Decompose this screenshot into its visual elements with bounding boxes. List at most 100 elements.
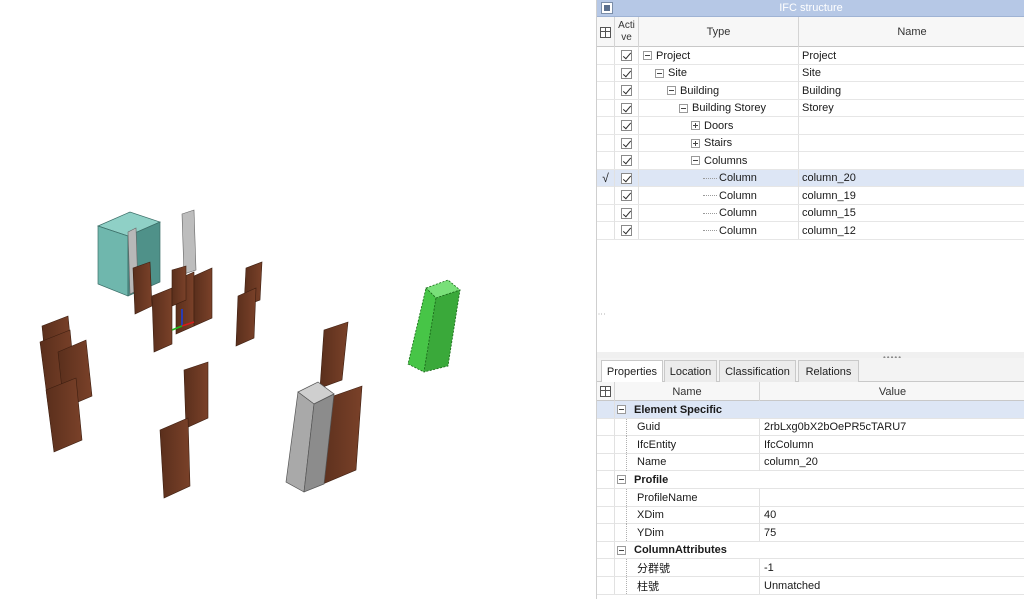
property-value[interactable]: column_20 (760, 454, 1024, 471)
3d-viewport[interactable] (0, 0, 596, 599)
collapse-icon[interactable] (643, 51, 652, 60)
tree-row[interactable]: √ Column column_20 (597, 169, 1024, 187)
tab-location[interactable]: Location (664, 360, 717, 382)
active-checkbox[interactable] (621, 155, 632, 166)
expand-icon[interactable] (691, 121, 700, 130)
tree-row[interactable]: Project Project (597, 47, 1024, 65)
property-value[interactable]: 2rbLxg0bX2bOePR5cTARU7 (760, 419, 1024, 436)
tree-connector (703, 195, 717, 196)
property-row[interactable]: YDim 75 (597, 524, 1024, 542)
tree-row[interactable]: Doors (597, 117, 1024, 135)
property-value[interactable]: -1 (760, 559, 1024, 576)
tree-row[interactable]: Column column_12 (597, 222, 1024, 240)
tree-row[interactable]: Site Site (597, 64, 1024, 82)
model-view[interactable] (0, 0, 596, 599)
active-cell (615, 64, 639, 82)
type-label: Column (719, 172, 757, 184)
row-selector[interactable] (597, 152, 615, 169)
name-cell: column_20 (802, 172, 856, 184)
property-category[interactable]: ColumnAttributes (597, 541, 1024, 560)
property-row[interactable]: IfcEntity IfcColumn (597, 436, 1024, 454)
collapse-icon[interactable] (667, 86, 676, 95)
column-chooser-icon[interactable] (597, 17, 615, 47)
tree-row[interactable]: Building Storey Storey (597, 99, 1024, 117)
collapse-icon[interactable] (655, 68, 664, 78)
property-name: YDim (637, 526, 664, 539)
property-row[interactable]: XDim 40 (597, 506, 1024, 525)
name-cell: Site (802, 67, 821, 79)
row-selector[interactable] (597, 222, 615, 239)
property-row[interactable]: 分群號 -1 (597, 559, 1024, 577)
collapse-icon[interactable] (617, 545, 626, 555)
property-name: Name (637, 456, 667, 469)
tree-row[interactable]: Building Building (597, 82, 1024, 100)
row-selector[interactable] (597, 187, 615, 204)
property-name: 柱號 (637, 580, 659, 593)
name-cell: column_19 (802, 189, 856, 202)
property-header-value[interactable]: Value (760, 382, 1024, 401)
type-label: Site (668, 67, 687, 79)
right-panel: IFC structure Acti ve Type Name Project P… (596, 0, 1024, 599)
category-gutter (597, 541, 615, 559)
property-row[interactable]: ProfileName (597, 489, 1024, 507)
property-name: IfcEntity (637, 438, 677, 451)
property-value[interactable]: 40 (760, 507, 1024, 524)
property-row[interactable]: Guid 2rbLxg0bX2bOePR5cTARU7 (597, 418, 1024, 437)
active-checkbox[interactable] (621, 67, 632, 79)
property-value[interactable]: 75 (760, 524, 1024, 541)
collapse-icon[interactable] (679, 103, 688, 113)
property-header-name[interactable]: Name (615, 382, 760, 401)
selected-column[interactable] (407, 279, 461, 373)
tree-header: Acti ve Type Name (597, 17, 1024, 47)
type-cell: Building Storey (639, 99, 799, 117)
tree-row[interactable]: Columns (597, 152, 1024, 170)
column-header-name[interactable]: Name (799, 17, 1024, 47)
property-row[interactable]: 柱號 Unmatched (597, 577, 1024, 595)
expand-icon[interactable] (691, 138, 700, 148)
row-selector[interactable] (597, 204, 615, 222)
active-checkbox[interactable] (621, 225, 632, 236)
property-category[interactable]: Profile (597, 471, 1024, 489)
collapse-icon[interactable] (617, 475, 626, 485)
row-selector[interactable] (597, 64, 615, 82)
property-value[interactable] (760, 489, 1024, 506)
row-selector[interactable] (597, 82, 615, 99)
row-selector[interactable] (597, 99, 615, 117)
active-checkbox[interactable] (621, 207, 632, 219)
column-header-type[interactable]: Type (639, 17, 799, 47)
tree-row[interactable]: Column column_15 (597, 204, 1024, 222)
grid-options-icon[interactable] (597, 382, 615, 401)
active-checkbox[interactable] (621, 85, 632, 96)
active-checkbox[interactable] (621, 137, 632, 149)
tab-relations[interactable]: Relations (798, 360, 859, 382)
tab-classification[interactable]: Classification (719, 360, 796, 382)
property-value[interactable]: IfcColumn (760, 436, 1024, 453)
category-title-cell: ColumnAttributes (615, 542, 727, 559)
tree-row[interactable]: Column column_19 (597, 187, 1024, 205)
row-selector[interactable] (597, 134, 615, 152)
column-header-active[interactable]: Acti ve (615, 17, 639, 47)
tree-row[interactable]: Stairs (597, 134, 1024, 152)
tab-properties[interactable]: Properties (601, 360, 663, 383)
type-cell: Column (639, 222, 799, 239)
active-checkbox[interactable] (621, 172, 632, 184)
row-selector[interactable] (597, 47, 615, 64)
category-label: Element Specific (634, 403, 723, 416)
property-category[interactable]: Element Specific (597, 401, 1024, 419)
name-cell: Project (802, 49, 837, 62)
active-checkbox[interactable] (621, 190, 632, 201)
active-checkbox[interactable] (621, 120, 632, 131)
splitter-grip-vertical[interactable]: ⋮ (597, 310, 606, 318)
type-label: Column (719, 224, 757, 237)
property-row[interactable]: Name column_20 (597, 453, 1024, 472)
row-selector[interactable]: √ (597, 169, 615, 187)
collapse-icon[interactable] (617, 405, 626, 414)
active-cell (615, 204, 639, 222)
row-selector[interactable] (597, 117, 615, 134)
active-cell (615, 134, 639, 152)
active-checkbox[interactable] (621, 102, 632, 114)
property-value[interactable]: Unmatched (760, 577, 1024, 594)
collapse-icon[interactable] (691, 156, 700, 165)
active-checkbox[interactable] (621, 50, 632, 61)
property-gutter (597, 489, 615, 506)
